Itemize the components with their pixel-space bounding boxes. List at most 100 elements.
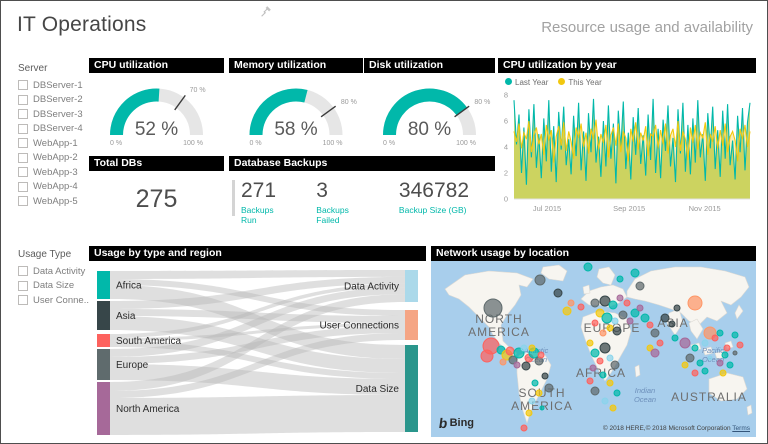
- usage-type-filter-label: Usage Type: [18, 249, 92, 260]
- svg-text:0 %: 0 %: [383, 140, 395, 147]
- backups-run-value: 271: [241, 179, 290, 203]
- checkbox-icon[interactable]: [18, 182, 28, 192]
- option-label: Data Size: [33, 280, 74, 291]
- panel-header: Network usage by location: [431, 246, 756, 261]
- server-filter-option[interactable]: DBServer-4: [18, 122, 83, 137]
- svg-text:North America: North America: [116, 404, 180, 415]
- server-filter-label: Server: [18, 63, 83, 74]
- svg-text:Data Size: Data Size: [356, 384, 400, 395]
- option-label: DBServer-2: [33, 94, 83, 105]
- chart-legend: Last Year This Year: [498, 73, 756, 87]
- server-filter-option[interactable]: WebApp-3: [18, 165, 83, 180]
- checkbox-icon[interactable]: [18, 124, 28, 134]
- cpu-by-year-chart: 02468Jul 2015Sep 2015Nov 2015: [498, 87, 756, 219]
- checkbox-icon[interactable]: [18, 109, 28, 119]
- usage-type-filter: Usage Type Data Activity Data Size User …: [18, 249, 92, 308]
- bing-logo: bBing: [439, 415, 474, 431]
- server-filter-option[interactable]: WebApp-5: [18, 194, 83, 209]
- option-label: User Conne...: [33, 295, 92, 306]
- svg-text:58 %: 58 %: [274, 119, 317, 140]
- svg-text:0 %: 0 %: [250, 140, 262, 147]
- sankey-chart[interactable]: Africa Asia South America Europe North Ameri…: [89, 261, 426, 437]
- svg-text:100 %: 100 %: [456, 140, 476, 147]
- svg-text:6: 6: [504, 117, 508, 126]
- svg-text:Indian: Indian: [635, 386, 655, 395]
- server-filter-option[interactable]: WebApp-4: [18, 180, 83, 195]
- panel-header: CPU utilization: [89, 58, 224, 73]
- svg-text:Ocean: Ocean: [634, 395, 656, 404]
- usage-type-filter-option[interactable]: Data Size: [18, 279, 92, 294]
- disk-utilization-panel: Disk utilization 80 % 80 % 0 % 100 %: [364, 58, 495, 151]
- panel-header: Database Backups: [229, 156, 495, 171]
- svg-text:Data Activity: Data Activity: [344, 282, 399, 293]
- checkbox-icon[interactable]: [18, 167, 28, 177]
- svg-text:80 %: 80 %: [408, 119, 451, 140]
- checkbox-icon[interactable]: [18, 295, 28, 305]
- option-label: DBServer-3: [33, 109, 83, 120]
- option-label: WebApp-4: [33, 181, 78, 192]
- panel-header: Memory utilization: [229, 58, 363, 73]
- backups-failed-card: 3 Backups Failed: [316, 179, 373, 225]
- svg-text:AUSTRALIA: AUSTRALIA: [671, 390, 747, 404]
- cpu-by-year-panel: CPU utilization by year Last Year This Y…: [498, 58, 756, 223]
- svg-text:User Connections: User Connections: [320, 321, 399, 332]
- svg-text:Europe: Europe: [116, 360, 149, 371]
- backups-run-card: 271 Backups Run: [241, 179, 290, 225]
- legend-dot-icon: [558, 78, 565, 85]
- svg-text:8: 8: [504, 91, 508, 100]
- svg-text:80 %: 80 %: [341, 99, 357, 106]
- option-label: DBServer-1: [33, 80, 83, 91]
- checkbox-icon[interactable]: [18, 153, 28, 163]
- option-label: WebApp-5: [33, 196, 78, 207]
- svg-text:Africa: Africa: [116, 281, 142, 292]
- panel-header: Disk utilization: [364, 58, 495, 73]
- checkbox-icon[interactable]: [18, 266, 28, 276]
- server-filter-option[interactable]: WebApp-1: [18, 136, 83, 151]
- backups-run-label: Backups Run: [241, 205, 290, 225]
- svg-text:80 %: 80 %: [474, 99, 490, 106]
- svg-text:52 %: 52 %: [135, 119, 178, 140]
- svg-text:Nov 2015: Nov 2015: [689, 204, 721, 213]
- dashboard: IT Operations Resource usage and availab…: [0, 0, 768, 444]
- page-subtitle: Resource usage and availability: [541, 19, 753, 36]
- backup-size-label: Backup Size (GB): [399, 205, 469, 215]
- svg-text:0 %: 0 %: [110, 140, 122, 147]
- network-usage-map-panel: Network usage by location NORTHAMERICASO…: [431, 246, 756, 436]
- option-label: WebApp-2: [33, 152, 78, 163]
- usage-type-filter-option[interactable]: User Conne...: [18, 293, 92, 308]
- panel-header: Usage by type and region: [89, 246, 426, 261]
- backups-failed-label: Backups Failed: [316, 205, 373, 225]
- server-filter: Server DBServer-1 DBServer-2 DBServer-3 …: [18, 63, 83, 209]
- svg-text:100 %: 100 %: [323, 140, 343, 147]
- svg-text:Jul 2015: Jul 2015: [533, 204, 561, 213]
- page-title: IT Operations: [17, 13, 146, 37]
- backups-failed-value: 3: [316, 179, 373, 203]
- svg-text:Asia: Asia: [116, 311, 136, 322]
- memory-utilization-panel: Memory utilization 80 % 58 % 0 % 100 %: [229, 58, 363, 151]
- legend-item: This Year: [558, 78, 601, 87]
- usage-by-type-region-panel: Usage by type and region Africa Asia South…: [89, 246, 426, 436]
- checkbox-icon[interactable]: [18, 95, 28, 105]
- server-filter-option[interactable]: DBServer-1: [18, 78, 83, 93]
- svg-text:South America: South America: [116, 336, 181, 347]
- usage-type-filter-option[interactable]: Data Activity: [18, 264, 92, 279]
- panel-header: CPU utilization by year: [498, 58, 756, 73]
- checkbox-icon[interactable]: [18, 196, 28, 206]
- svg-text:100 %: 100 %: [183, 140, 203, 147]
- option-label: Data Activity: [33, 266, 85, 277]
- backup-size-card: 346782 Backup Size (GB): [399, 179, 469, 225]
- checkbox-icon[interactable]: [18, 80, 28, 90]
- checkbox-icon[interactable]: [18, 138, 28, 148]
- option-label: WebApp-1: [33, 138, 78, 149]
- server-filter-option[interactable]: DBServer-2: [18, 93, 83, 108]
- world-map[interactable]: NORTHAMERICASOUTHAMERICAEUROPEASIAAFRICA…: [431, 261, 756, 437]
- option-label: WebApp-3: [33, 167, 78, 178]
- terms-link[interactable]: Terms: [732, 425, 750, 432]
- checkbox-icon[interactable]: [18, 281, 28, 291]
- server-filter-option[interactable]: WebApp-2: [18, 151, 83, 166]
- svg-text:0: 0: [504, 195, 508, 204]
- svg-text:Sep 2015: Sep 2015: [613, 204, 645, 213]
- server-filter-option[interactable]: DBServer-3: [18, 107, 83, 122]
- backup-size-value: 346782: [399, 179, 469, 203]
- pin-icon[interactable]: [259, 4, 273, 18]
